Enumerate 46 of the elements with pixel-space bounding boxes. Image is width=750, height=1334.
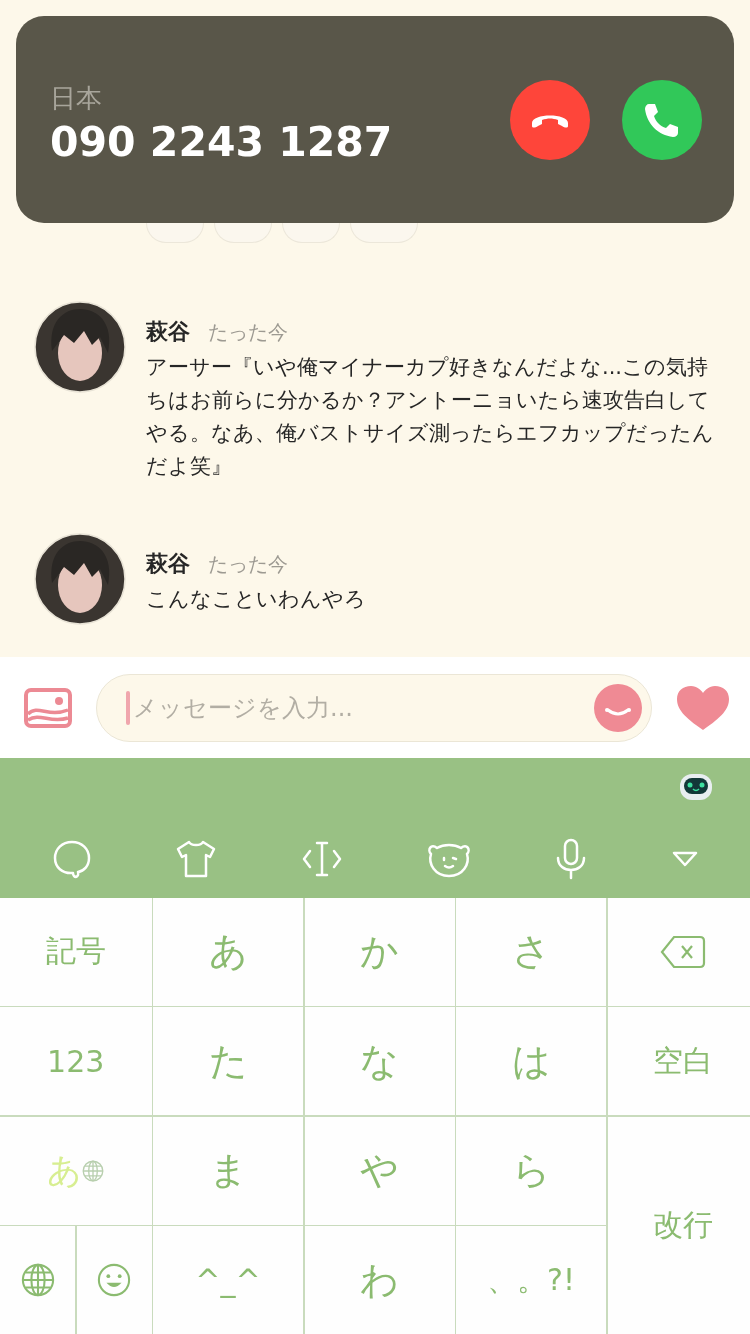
message-text: こんなこといわんやろ [146,586,367,613]
backspace-key[interactable] [607,897,750,1006]
keyboard-key[interactable]: は [456,1007,606,1115]
heart-icon[interactable] [676,684,730,731]
message-time: たった今 [208,551,288,578]
smiley-icon [97,1263,131,1297]
image-icon[interactable] [24,687,72,728]
keyboard-key[interactable]: ^_^ [153,1226,303,1334]
avatar[interactable] [34,301,126,393]
text-cursor [126,690,130,725]
keyboard-key[interactable]: ら [456,1116,606,1225]
keyboard-key[interactable]: た [153,1007,303,1115]
reaction-chip[interactable] [146,223,204,243]
reaction-chip[interactable] [214,223,272,243]
keyboard-key[interactable]: 記号 [0,897,152,1006]
keyboard-key[interactable]: 、。?! [456,1226,606,1334]
keyboard-key[interactable]: や [304,1116,455,1225]
t-shirt-icon[interactable] [175,838,218,879]
reaction-chip[interactable] [282,223,340,243]
caller-number: 090 2243 1287 [50,118,394,166]
keyboard-key[interactable]: な [304,1007,455,1115]
keyboard-key[interactable]: あ [153,897,303,1006]
reaction-chip[interactable] [350,223,418,243]
smiley-icon[interactable] [594,683,642,732]
globe-icon [82,1159,105,1182]
speech-bubble-icon[interactable] [51,838,92,879]
message-text: アーサー『いや俺マイナーカプ好きなんだよな...この気持ちはお前らに分かるか？アントーニョいたら速攻告白してやる。なあ、俺バストサイズ測ったらエフカップだったんだよ笑』 [146,354,715,480]
emoji-key[interactable] [76,1226,152,1334]
keyboard-key[interactable]: さ [456,897,606,1006]
globe-icon [20,1263,55,1297]
avatar[interactable] [34,533,126,625]
keyboard-key[interactable]: 123 [0,1007,152,1115]
keyboard-key[interactable]: ま [153,1116,303,1225]
globe-key[interactable] [0,1226,75,1334]
sender-name: 萩谷 [146,550,190,578]
message-input-field[interactable]: メッセージを入力... [96,673,652,742]
backspace-icon [659,934,706,969]
sender-name: 萩谷 [146,318,190,346]
keyboard-key[interactable]: 空白 [607,1007,750,1115]
input-mode-key[interactable]: あ [0,1116,152,1225]
caller-region: 日本 [50,82,103,115]
keyboard-key[interactable]: わ [304,1226,455,1334]
message-time: たった今 [208,319,288,346]
collapse-triangle-icon[interactable] [672,850,699,867]
keyboard-key[interactable]: 改行 [607,1116,750,1334]
keyboard-key[interactable]: か [304,897,455,1006]
